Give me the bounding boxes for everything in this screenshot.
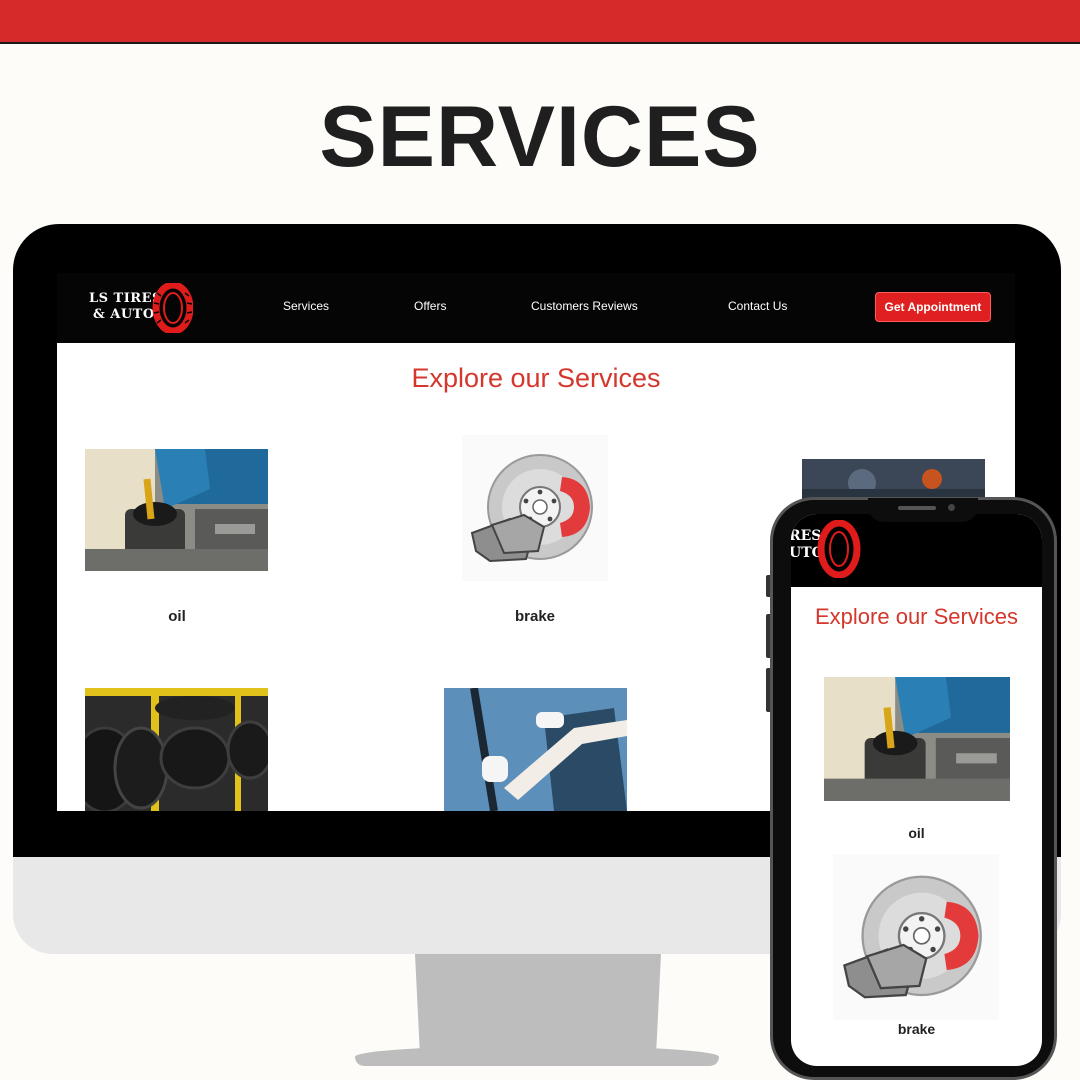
monitor-stand-neck: [415, 954, 661, 1054]
mobile-label-oil: oil: [908, 825, 925, 841]
service-label-brake: brake: [514, 608, 556, 625]
get-appointment-button[interactable]: Get Appointment: [875, 292, 991, 322]
phone-frame: RES UTO Explore our Services oil brake: [770, 497, 1057, 1080]
brake-disc-icon: [470, 454, 593, 563]
mobile-oil-pour-icon: [824, 677, 1010, 801]
oil-pour-icon: [85, 449, 268, 571]
mobile-brake-disc-icon: [843, 875, 982, 999]
mobile-label-brake: brake: [897, 1021, 936, 1037]
nav-contact-us[interactable]: Contact Us: [728, 299, 787, 313]
section-title: Explore our Services: [411, 363, 661, 393]
nav-customers-reviews[interactable]: Customers Reviews: [531, 299, 638, 313]
brake-service-image[interactable]: [462, 435, 608, 581]
phone-screen: RES UTO Explore our Services oil brake: [791, 514, 1042, 1066]
phone-notch: [868, 498, 978, 522]
mobile-oil-image[interactable]: [824, 677, 1010, 801]
mobile-navbar: RES UTO: [791, 514, 1042, 587]
mobile-tire-logo-icon: [817, 520, 861, 578]
tires-service-image[interactable]: [85, 688, 268, 811]
nav-services[interactable]: Services: [283, 299, 329, 313]
top-accent-bar: [0, 0, 1080, 44]
brand-logo[interactable]: LS TIRES & AUTO: [89, 281, 199, 335]
monitor-stand-foot: [355, 1046, 719, 1066]
mobile-section-title: Explore our Services: [815, 604, 1018, 629]
windshield-repair-icon: [444, 688, 627, 811]
engine-service-image[interactable]: [802, 459, 985, 499]
nav-offers[interactable]: Offers: [414, 299, 446, 313]
page-headline: SERVICES: [319, 89, 761, 185]
tire-logo-icon: [152, 283, 193, 333]
phone-camera-icon: [948, 504, 955, 511]
mobile-brake-image[interactable]: [833, 854, 999, 1020]
oil-service-image[interactable]: [85, 449, 268, 571]
engine-photo-icon: [802, 459, 985, 499]
site-navbar: LS TIRES & AUTO Services Offers Customer…: [57, 273, 1015, 343]
phone-speaker: [898, 506, 936, 510]
tires-rack-icon: [85, 688, 268, 811]
glass-service-image[interactable]: [444, 688, 627, 811]
service-label-oil: oil: [168, 608, 186, 625]
